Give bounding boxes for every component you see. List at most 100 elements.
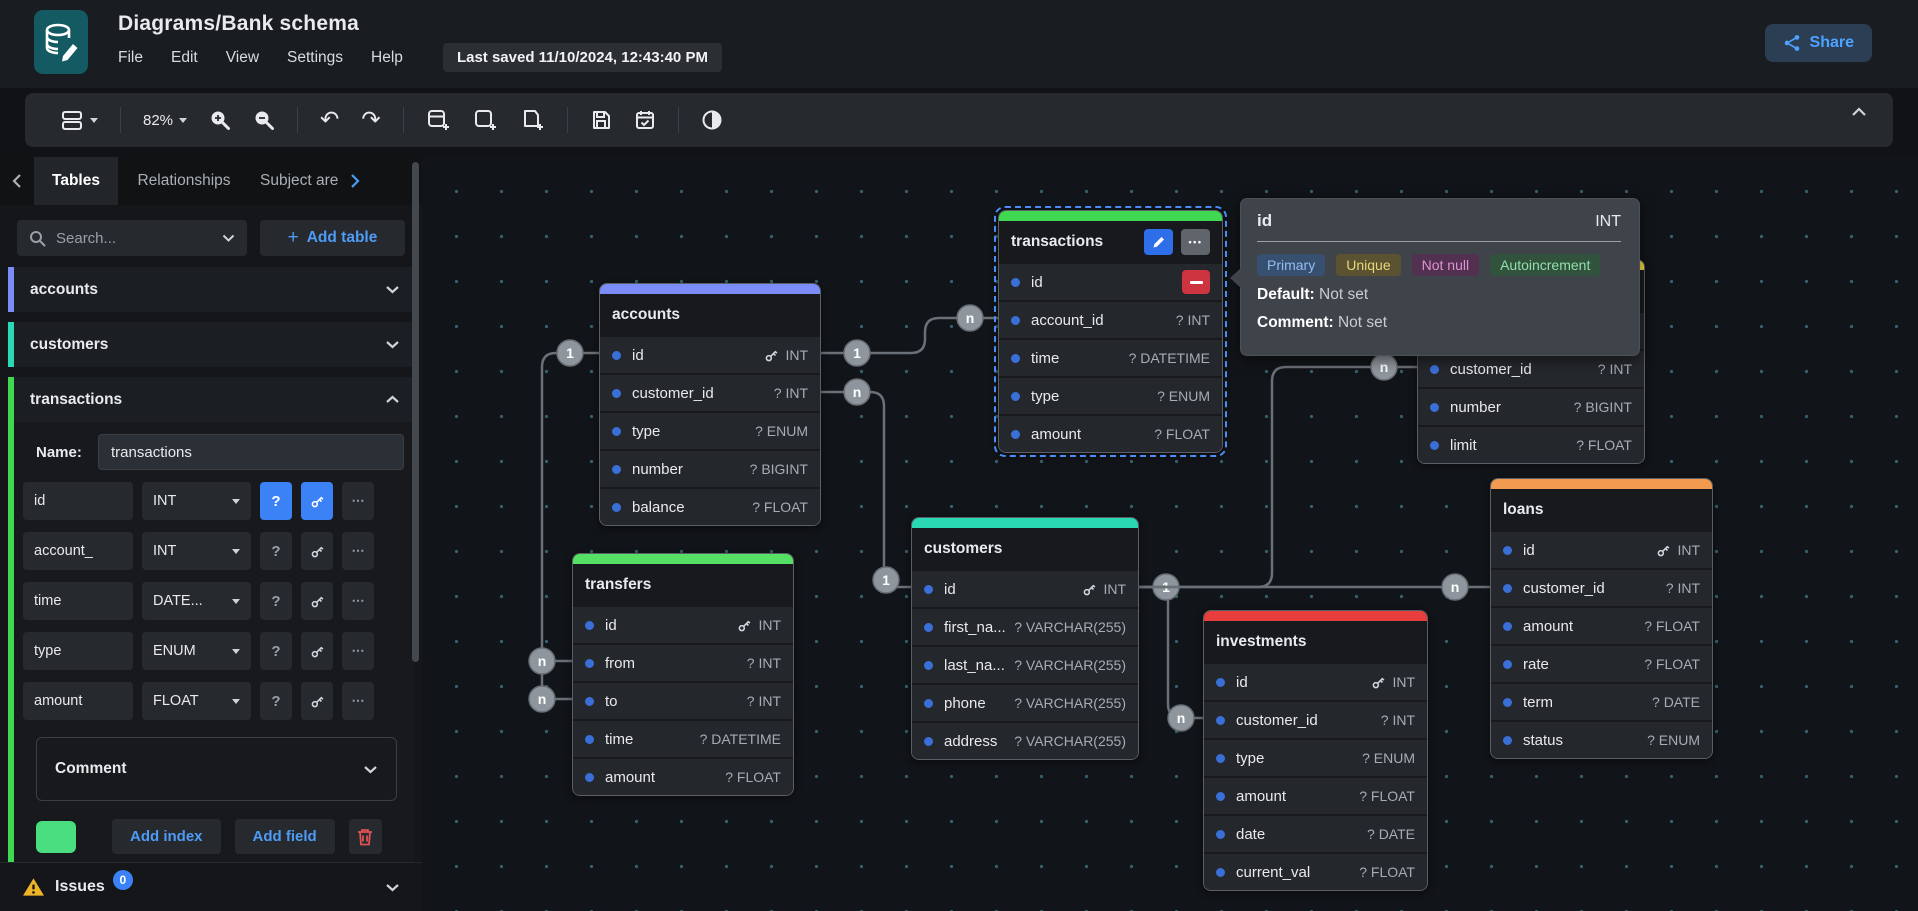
- relationship-path[interactable]: [821, 392, 911, 587]
- collapse-toggle[interactable]: [385, 395, 400, 404]
- comment-accordion[interactable]: Comment: [36, 737, 397, 801]
- zoom-in-button[interactable]: [209, 109, 231, 131]
- sidebar-table-item-accounts[interactable]: accounts: [8, 267, 414, 312]
- add-field-button[interactable]: Add field: [235, 819, 335, 854]
- nullable-toggle-button[interactable]: ?: [260, 632, 292, 670]
- zoom-out-button[interactable]: [253, 109, 275, 131]
- search-input[interactable]: Search...: [17, 220, 247, 256]
- tabs-scroll-right-button[interactable]: [338, 157, 372, 205]
- remove-field-button[interactable]: [1182, 270, 1210, 294]
- add-table-tool-button[interactable]: [426, 108, 451, 132]
- table-card-accounts[interactable]: accountsidINTcustomer_id? INTtype? ENUMn…: [599, 283, 821, 526]
- table-field-row-address[interactable]: address? VARCHAR(255): [912, 721, 1138, 759]
- nullable-toggle-button[interactable]: ?: [260, 532, 292, 570]
- table-field-row-id[interactable]: idINT: [912, 569, 1138, 607]
- table-card-transactions[interactable]: transactions•••idaccount_id? INTtime? DA…: [998, 210, 1223, 453]
- field-more-button[interactable]: ⋯: [342, 682, 374, 720]
- save-button[interactable]: [590, 109, 612, 131]
- add-area-button[interactable]: [473, 108, 498, 132]
- table-card-customers[interactable]: customersidINTfirst_na...? VARCHAR(255)l…: [911, 517, 1139, 760]
- table-name-input[interactable]: transactions: [98, 434, 404, 470]
- table-card-investments[interactable]: investmentsidINTcustomer_id? INTtype? EN…: [1203, 610, 1428, 891]
- sidebar-scrollbar[interactable]: [412, 162, 419, 662]
- primary-key-toggle-button[interactable]: [301, 632, 333, 670]
- table-field-row-amount[interactable]: amount? FLOAT: [1491, 606, 1712, 644]
- menu-item-view[interactable]: View: [212, 44, 273, 72]
- field-type-dropdown[interactable]: FLOAT: [142, 682, 251, 720]
- table-field-row-time[interactable]: time? DATETIME: [573, 719, 793, 757]
- table-card-transfers[interactable]: transfersidINTfrom? INTto? INTtime? DATE…: [572, 553, 794, 796]
- tabs-scroll-left-button[interactable]: [0, 157, 34, 205]
- table-field-row-customer_id[interactable]: customer_id? INT: [600, 373, 820, 411]
- primary-key-toggle-button[interactable]: [301, 682, 333, 720]
- table-field-row-term[interactable]: term? DATE: [1491, 682, 1712, 720]
- primary-key-toggle-button[interactable]: [301, 532, 333, 570]
- table-field-row-date[interactable]: date? DATE: [1204, 814, 1427, 852]
- table-field-row-amount[interactable]: amount? FLOAT: [573, 757, 793, 795]
- share-button[interactable]: Share: [1765, 24, 1872, 62]
- tab-relationships[interactable]: Relationships: [118, 157, 250, 205]
- commit-button[interactable]: [634, 109, 656, 131]
- expand-toggle[interactable]: [385, 285, 400, 294]
- zoom-level-dropdown[interactable]: 82%: [143, 112, 187, 129]
- tab-subject-areas[interactable]: Subject areas: [250, 157, 338, 205]
- primary-key-toggle-button[interactable]: [301, 482, 333, 520]
- add-index-button[interactable]: Add index: [112, 819, 221, 854]
- theme-contrast-button[interactable]: [701, 109, 723, 131]
- redo-button[interactable]: ↷: [361, 109, 380, 132]
- table-field-row-type[interactable]: type? ENUM: [999, 376, 1222, 414]
- field-name-input[interactable]: account_: [23, 532, 133, 570]
- add-table-button[interactable]: + Add table: [260, 220, 405, 256]
- field-type-dropdown[interactable]: INT: [142, 532, 251, 570]
- table-field-row-id[interactable]: id: [999, 262, 1222, 300]
- table-field-row-customer_id[interactable]: customer_id? INT: [1491, 568, 1712, 606]
- table-field-row-type[interactable]: type? ENUM: [600, 411, 820, 449]
- field-name-input[interactable]: type: [23, 632, 133, 670]
- table-field-row-customer_id[interactable]: customer_id? INT: [1204, 700, 1427, 738]
- edit-table-button[interactable]: [1144, 229, 1173, 255]
- field-type-dropdown[interactable]: INT: [142, 482, 251, 520]
- tab-tables[interactable]: Tables: [34, 157, 118, 205]
- table-field-row-type[interactable]: type? ENUM: [1204, 738, 1427, 776]
- table-color-swatch[interactable]: [36, 821, 76, 853]
- table-field-row-amount[interactable]: amount? FLOAT: [1204, 776, 1427, 814]
- menu-item-edit[interactable]: Edit: [157, 44, 212, 72]
- table-field-row-last_na...[interactable]: last_na...? VARCHAR(255): [912, 645, 1138, 683]
- table-field-row-phone[interactable]: phone? VARCHAR(255): [912, 683, 1138, 721]
- diagram-canvas[interactable]: 1nn1nn11nnn accountsidINTcustomer_id? IN…: [422, 157, 1918, 911]
- table-field-row-time[interactable]: time? DATETIME: [999, 338, 1222, 376]
- table-field-row-current_val[interactable]: current_val? FLOAT: [1204, 852, 1427, 890]
- table-field-row-number[interactable]: number? BIGINT: [1418, 387, 1644, 425]
- table-more-button[interactable]: •••: [1181, 229, 1210, 255]
- table-field-row-status[interactable]: status? ENUM: [1491, 720, 1712, 758]
- field-type-dropdown[interactable]: ENUM: [142, 632, 251, 670]
- field-more-button[interactable]: ⋯: [342, 632, 374, 670]
- table-field-row-amount[interactable]: amount? FLOAT: [999, 414, 1222, 452]
- sidebar-table-item-customers[interactable]: customers: [8, 322, 414, 367]
- field-name-input[interactable]: time: [23, 582, 133, 620]
- app-logo[interactable]: [34, 10, 88, 74]
- table-field-row-from[interactable]: from? INT: [573, 643, 793, 681]
- menu-item-help[interactable]: Help: [357, 44, 417, 72]
- field-more-button[interactable]: ⋯: [342, 482, 374, 520]
- nullable-toggle-button[interactable]: ?: [260, 682, 292, 720]
- relationship-path[interactable]: [1139, 587, 1203, 718]
- delete-table-button[interactable]: [349, 819, 382, 854]
- table-field-row-to[interactable]: to? INT: [573, 681, 793, 719]
- table-field-row-id[interactable]: idINT: [573, 605, 793, 643]
- header-layout-button[interactable]: [60, 109, 98, 131]
- add-note-button[interactable]: [520, 108, 545, 132]
- field-more-button[interactable]: ⋯: [342, 532, 374, 570]
- table-field-row-id[interactable]: idINT: [1204, 662, 1427, 700]
- table-field-row-account_id[interactable]: account_id? INT: [999, 300, 1222, 338]
- expand-toggle[interactable]: [385, 340, 400, 349]
- table-field-row-id[interactable]: idINT: [1491, 530, 1712, 568]
- table-field-row-number[interactable]: number? BIGINT: [600, 449, 820, 487]
- issues-expand-button[interactable]: [385, 883, 400, 892]
- undo-button[interactable]: ↶: [320, 109, 339, 132]
- table-field-row-id[interactable]: idINT: [600, 335, 820, 373]
- sidebar-table-item-transactions[interactable]: transactions: [14, 377, 414, 422]
- toolbar-collapse-button[interactable]: [1851, 107, 1867, 117]
- table-card-loans[interactable]: loansidINTcustomer_id? INTamount? FLOATr…: [1490, 478, 1713, 759]
- nullable-toggle-button[interactable]: ?: [260, 482, 292, 520]
